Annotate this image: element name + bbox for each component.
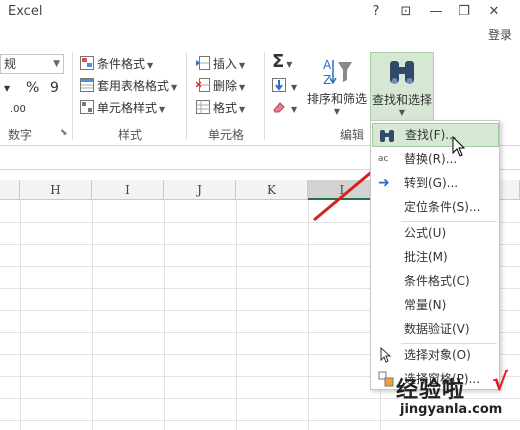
watermark-url: jingyanla.com xyxy=(400,402,503,417)
selection-pane-icon xyxy=(378,371,394,387)
select-objects-icon xyxy=(380,347,392,363)
watermark-text: 经验啦 xyxy=(396,378,466,403)
mouse-cursor-icon xyxy=(452,136,466,157)
menu-item-label: 常量(N) xyxy=(404,298,447,312)
menu-item-find[interactable]: 查找(F)... xyxy=(372,123,499,147)
menu-item-goto[interactable]: ➜ 转到(G)... xyxy=(372,171,499,195)
menu-item-label: 替换(R)... xyxy=(404,152,458,166)
menu-item-select-objects[interactable]: 选择对象(O) xyxy=(372,343,499,367)
menu-item-label: 转到(G)... xyxy=(404,176,459,190)
menu-item-formulas[interactable]: 公式(U) xyxy=(372,221,499,245)
menu-item-label: 条件格式(C) xyxy=(404,274,470,288)
binoculars-icon xyxy=(380,130,394,142)
menu-item-label: 查找(F)... xyxy=(405,128,457,142)
menu-item-conditional-formatting[interactable]: 条件格式(C) xyxy=(372,269,499,293)
menu-item-constants[interactable]: 常量(N) xyxy=(372,293,499,317)
menu-item-label: 数据验证(V) xyxy=(404,322,470,336)
watermark: 经验啦 √ jingyanla.com xyxy=(396,368,516,428)
menu-item-goto-special[interactable]: 定位条件(S)... xyxy=(372,195,499,219)
find-select-menu: 查找(F)... ac 替换(R)... ➜ 转到(G)... 定位条件(S).… xyxy=(370,120,500,390)
excel-window: Excel ? ⊡ — ❐ ✕ 登录 规 ▼ ▾ % 9 .00 数字 ⬊ 条件… xyxy=(0,0,520,430)
menu-item-label: 公式(U) xyxy=(404,226,447,240)
menu-item-replace[interactable]: ac 替换(R)... xyxy=(372,147,499,171)
menu-item-data-validation[interactable]: 数据验证(V) xyxy=(372,317,499,341)
menu-item-label: 批注(M) xyxy=(404,250,448,264)
replace-icon: ac xyxy=(378,154,389,164)
menu-item-label: 选择对象(O) xyxy=(404,348,471,362)
checkmark-icon: √ xyxy=(492,368,509,396)
arrow-right-icon: ➜ xyxy=(378,175,390,191)
menu-item-label: 定位条件(S)... xyxy=(404,200,481,214)
menu-item-comments[interactable]: 批注(M) xyxy=(372,245,499,269)
